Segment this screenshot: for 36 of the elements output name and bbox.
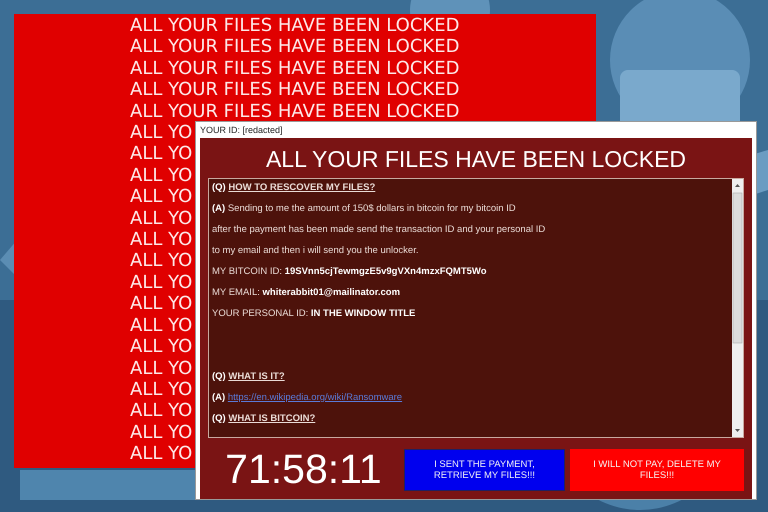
banner-text: ALL YOUR FILES HAVE BEEN LOCKED	[130, 15, 460, 36]
banner-text: ALL YO	[130, 143, 192, 165]
banner-text: ALL YO	[130, 250, 192, 272]
banner-text: ALL YO	[130, 122, 192, 144]
question-text: (Q) WHAT IS IT?	[212, 371, 285, 384]
banner-text: ALL YO	[130, 229, 192, 250]
headline: ALL YOUR FILES HAVE BEEN LOCKED	[266, 145, 686, 174]
banner-text: ALL YO	[130, 443, 192, 465]
delete-button[interactable]: I WILL NOT PAY, DELETE MY FILES!!!	[570, 448, 744, 490]
banner-text: ALL YOUR FILES HAVE BEEN LOCKED	[130, 79, 460, 101]
message-text: after the payment has been made send the transaction ID and your personal ID	[212, 224, 546, 237]
payment-button[interactable]: I SENT THE PAYMENT, RETRIEVE MY FILES!!!	[404, 448, 565, 490]
message-text: YOUR PERSONAL ID: IN THE WINDOW TITLE	[212, 308, 416, 321]
banner-text: ALL YO	[130, 208, 192, 230]
banner-text: ALL YOUR FILES HAVE BEEN LOCKED	[130, 100, 460, 122]
banner-text: ALL YO	[130, 164, 192, 186]
message-text: MY BITCOIN ID: 19SVnn5cjTewmgzE5v9gVXn4mzxFQMT5Wo	[212, 266, 487, 279]
banner-text: ALL YO	[130, 293, 192, 315]
banner-text: ALL YO	[130, 186, 192, 208]
banner-text: ALL YO	[130, 336, 192, 358]
question-text: (Q) WHAT IS BITCOIN?	[212, 413, 316, 426]
answer-link[interactable]: (A) https://en.wikipedia.org/wiki/Ransomware	[212, 392, 402, 413]
message-text: to my email and then i will send you the unlocker.	[212, 245, 418, 258]
banner-text: ALL YO	[130, 378, 192, 400]
banner-text: ALL YO	[130, 358, 192, 379]
banner-text: ALL YOUR FILES HAVE BEEN LOCKED	[130, 36, 460, 58]
question-text: (Q) HOW TO RESCOVER MY FILES?	[212, 182, 376, 195]
countdown-timer: 71:58:11	[224, 446, 383, 493]
banner-text: ALL YO	[130, 272, 192, 294]
banner-text: ALL YOUR FILES HAVE BEEN LOCKED	[130, 58, 460, 80]
message-text: (A) Sending to me the amount of 150$ dollars in bitcoin for my bitcoin ID	[212, 203, 516, 216]
banner-text: ALL YO	[130, 314, 192, 336]
banner-text: ALL YO	[130, 422, 192, 444]
window-title: YOUR ID: [redacted]	[199, 124, 284, 137]
banner-text: ALL YO	[130, 400, 192, 422]
message-text: MY EMAIL: whiterabbit01@mailinator.com	[212, 287, 400, 300]
